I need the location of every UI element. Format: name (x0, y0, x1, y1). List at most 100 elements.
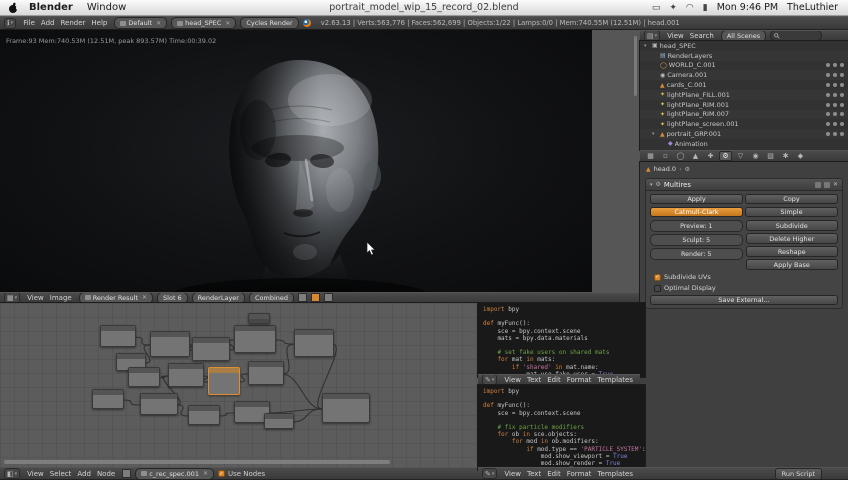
tab-world[interactable]: ◯ (674, 151, 687, 161)
node[interactable] (140, 393, 178, 415)
modifier-header[interactable]: ▾ ⚙ Multires ✕ (646, 179, 842, 191)
renderability-icon[interactable] (840, 92, 844, 97)
channels-color-icon[interactable] (311, 293, 320, 302)
menu-select[interactable]: Select (50, 470, 72, 478)
visibility-icon[interactable] (826, 63, 830, 68)
optimal-display-row[interactable]: Optimal Display (654, 284, 834, 292)
wifi-icon[interactable]: ◠ (686, 3, 694, 13)
tab-constraints[interactable]: ✚ (704, 151, 717, 161)
text-editor-2[interactable]: import bpy def myFunc(): sce = bpy.conte… (477, 384, 646, 471)
menu-edit[interactable]: Edit (547, 376, 561, 384)
node[interactable] (168, 363, 204, 387)
outliner-item-lightplane-fill-001[interactable]: ✦ lightPlane_FILL.001 (640, 89, 848, 100)
scene-selector[interactable]: head_SPEC ✕ (171, 17, 237, 29)
expand-icon[interactable]: ▾ (650, 182, 653, 188)
outliner-item-lightplane-screen-001[interactable]: ✦ lightPlane_screen.001 (640, 119, 848, 129)
menu-view[interactable]: View (27, 470, 44, 478)
selectability-icon[interactable] (833, 132, 837, 137)
tab-modifiers[interactable]: ⚙ (719, 151, 732, 161)
render-layer-dropdown[interactable]: RenderLayer (191, 293, 245, 302)
modifier-viewport-toggle-icon[interactable] (823, 181, 830, 188)
menubar-clock[interactable]: Mon 9:46 PM (717, 2, 778, 13)
apply-button[interactable]: Apply (650, 194, 743, 204)
node[interactable] (208, 367, 240, 395)
visibility-icon[interactable] (826, 132, 830, 137)
mac-menu-window[interactable]: Window (87, 2, 126, 13)
screen-layout-selector[interactable]: Default ✕ (114, 17, 168, 29)
menu-image[interactable]: Image (50, 294, 72, 302)
selectability-icon[interactable] (833, 122, 837, 127)
renderability-icon[interactable] (840, 83, 844, 88)
outliner-item-cards-c-001[interactable]: ▲ cards_C.001 (640, 80, 848, 90)
outliner-item-portrait-grp-001[interactable]: ▾ ▲ portrait_GRP.001 (640, 129, 848, 139)
image-editor[interactable]: Frame:93 Mem:740.53M (12.51M, peak 893.5… (0, 29, 641, 293)
render-pass-dropdown[interactable]: Combined (248, 293, 294, 302)
image-scrollbar[interactable] (634, 36, 637, 96)
level-render-field[interactable]: Render: 5 (650, 248, 743, 260)
tab-material[interactable]: ◉ (749, 151, 762, 161)
text-editor-1[interactable]: import bpy def myFunc(): sce = bpy.conte… (477, 302, 646, 378)
close-icon[interactable]: ✕ (225, 20, 230, 27)
use-nodes-row[interactable]: ✓ Use Nodes (217, 470, 265, 478)
node[interactable] (264, 413, 294, 429)
node[interactable] (248, 361, 284, 385)
unlink-icon[interactable]: ✕ (203, 470, 208, 477)
selectability-icon[interactable] (833, 102, 837, 107)
mac-menu-blender[interactable]: Blender (29, 2, 73, 13)
menu-help[interactable]: Help (91, 19, 107, 27)
selectability-icon[interactable] (833, 63, 837, 68)
node[interactable] (322, 393, 370, 423)
tab-render[interactable]: ▦ (644, 151, 657, 161)
menu-format[interactable]: Format (567, 470, 592, 478)
subdivide-uvs-checkbox[interactable]: ✓ (654, 273, 661, 281)
menu-text[interactable]: Text (527, 470, 541, 478)
outliner-item-head-spec[interactable]: ▾ ▣ head_SPEC (640, 41, 848, 51)
compositing-icon[interactable] (122, 469, 132, 478)
optimal-display-checkbox[interactable] (654, 284, 661, 292)
menu-view[interactable]: View (504, 470, 521, 478)
tab-scene[interactable]: ▫ (659, 151, 672, 161)
close-icon[interactable]: ✕ (156, 20, 161, 27)
type-catmull-clark-button[interactable]: Catmull-Clark (650, 207, 743, 217)
menu-search[interactable]: Search (690, 32, 714, 40)
image-editor-type-icon[interactable]: ▦ ▾ (4, 293, 21, 302)
tab-texture[interactable]: ▧ (764, 151, 777, 161)
channels-rgb-icon[interactable] (298, 293, 307, 302)
text-editor-type-icon[interactable]: ✎ ▾ (482, 468, 498, 479)
tab-data[interactable]: ▽ (734, 151, 747, 161)
node[interactable] (234, 325, 276, 353)
menu-view[interactable]: View (504, 376, 521, 384)
outliner-item-lightplane-rim-001[interactable]: ✦ lightPlane_RIM.001 (640, 100, 848, 110)
renderability-icon[interactable] (840, 112, 844, 117)
node[interactable] (100, 325, 136, 347)
outliner-item-lightplane-rim-007[interactable]: ✦ lightPlane_RIM.007 (640, 109, 848, 120)
subdivide-uvs-row[interactable]: ✓ Subdivide UVs (654, 273, 834, 281)
renderability-icon[interactable] (840, 132, 844, 137)
renderability-icon[interactable] (840, 102, 844, 107)
node-editor-canvas[interactable]: ▼Active Node Label: Name: Toggle Hidden … (0, 302, 479, 468)
menu-format[interactable]: Format (567, 376, 592, 384)
tab-particles[interactable]: ✱ (779, 151, 792, 161)
selectability-icon[interactable] (833, 92, 837, 97)
menu-templates[interactable]: Templates (597, 470, 633, 478)
menubar-user[interactable]: TheLuthier (787, 2, 838, 13)
outliner-item-animation[interactable]: ◆ Animation (640, 139, 848, 149)
node[interactable] (248, 313, 270, 324)
text-editor-type-icon[interactable]: ✎ ▾ (482, 375, 498, 384)
level-sculpt-field[interactable]: Sculpt: 5 (650, 234, 743, 246)
node[interactable] (128, 367, 160, 387)
outliner-type-icon[interactable]: ▤ ▾ (644, 31, 661, 40)
unlink-icon[interactable]: ✕ (142, 294, 147, 301)
battery-icon[interactable]: ▮ (703, 3, 708, 13)
selectability-icon[interactable] (833, 83, 837, 88)
channels-alpha-icon[interactable] (324, 293, 333, 302)
editor-type-icon[interactable]: ℹ ▾ (4, 17, 17, 29)
tab-physics[interactable]: ◆ (794, 151, 807, 161)
run-script-button[interactable]: Run Script (774, 468, 822, 479)
node[interactable] (294, 329, 334, 357)
node[interactable] (192, 337, 230, 361)
reshape-button[interactable]: Reshape (745, 246, 838, 257)
visibility-icon[interactable] (826, 102, 830, 107)
menu-view[interactable]: View (667, 32, 684, 40)
type-simple-button[interactable]: Simple (745, 207, 838, 217)
